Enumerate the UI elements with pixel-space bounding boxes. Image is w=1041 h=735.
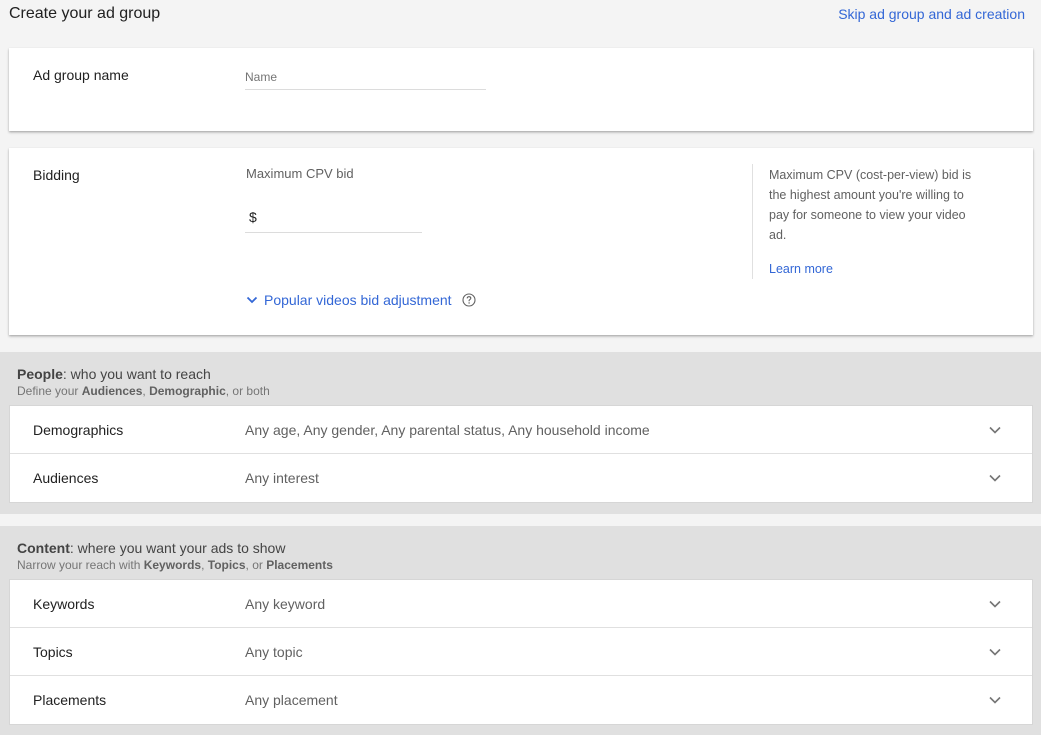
popular-videos-bid-adjustment[interactable]: Popular videos bid adjustment [245, 290, 476, 310]
ad-group-name-card: Ad group name [9, 48, 1033, 131]
keywords-value: Any keyword [245, 596, 326, 612]
help-circle-icon[interactable] [462, 293, 476, 307]
page-header: Create your ad group Skip ad group and a… [0, 0, 1041, 30]
people-section: People: who you want to reach Define you… [0, 352, 1041, 514]
ad-group-name-label: Ad group name [33, 67, 129, 83]
popular-videos-bid-adjustment-label[interactable]: Popular videos bid adjustment [264, 292, 452, 308]
people-rows: Demographics Any age, Any gender, Any pa… [9, 405, 1033, 503]
people-section-title: People: who you want to reach [17, 366, 211, 382]
content-section: Content: where you want your ads to show… [0, 526, 1041, 735]
page-title: Create your ad group [9, 5, 161, 22]
placements-row[interactable]: Placements Any placement [10, 676, 1032, 724]
keywords-label: Keywords [33, 596, 95, 612]
people-section-subtitle: Define your Audiences, Demographic, or b… [17, 384, 270, 398]
audiences-label: Audiences [33, 470, 99, 486]
max-cpv-bid-input[interactable] [263, 205, 413, 227]
learn-more-link[interactable]: Learn more [769, 262, 833, 276]
currency-symbol: $ [249, 209, 257, 225]
topics-label: Topics [33, 644, 73, 660]
placements-label: Placements [33, 692, 107, 708]
chevron-down-icon[interactable] [988, 693, 1002, 707]
demographics-label: Demographics [33, 422, 124, 438]
bidding-divider [752, 164, 753, 279]
demographics-row[interactable]: Demographics Any age, Any gender, Any pa… [10, 406, 1032, 454]
demographics-value: Any age, Any gender, Any parental status… [245, 422, 650, 438]
topics-value: Any topic [245, 644, 303, 660]
chevron-down-icon [246, 296, 258, 304]
content-section-title: Content: where you want your ads to show [17, 540, 286, 556]
audiences-row[interactable]: Audiences Any interest [10, 454, 1032, 502]
chevron-down-icon[interactable] [988, 645, 1002, 659]
chevron-down-icon[interactable] [988, 423, 1002, 437]
max-cpv-bid-field[interactable]: $ [245, 199, 422, 233]
placements-value: Any placement [245, 692, 338, 708]
topics-row[interactable]: Topics Any topic [10, 628, 1032, 676]
content-rows: Keywords Any keyword Topics Any topic Pl… [9, 579, 1033, 725]
max-cpv-bid-title: Maximum CPV bid [246, 166, 354, 181]
skip-ad-group-link[interactable]: Skip ad group and ad creation [838, 6, 1025, 22]
chevron-down-icon[interactable] [988, 471, 1002, 485]
chevron-down-icon[interactable] [988, 597, 1002, 611]
content-section-subtitle: Narrow your reach with Keywords, Topics,… [17, 558, 333, 572]
bidding-label: Bidding [33, 167, 80, 183]
audiences-value: Any interest [245, 470, 319, 486]
bidding-card: Bidding Maximum CPV bid $ Popular videos… [9, 148, 1033, 335]
ad-group-name-input[interactable] [245, 65, 486, 90]
max-cpv-help-text: Maximum CPV (cost-per-view) bid is the h… [769, 168, 972, 242]
keywords-row[interactable]: Keywords Any keyword [10, 580, 1032, 628]
